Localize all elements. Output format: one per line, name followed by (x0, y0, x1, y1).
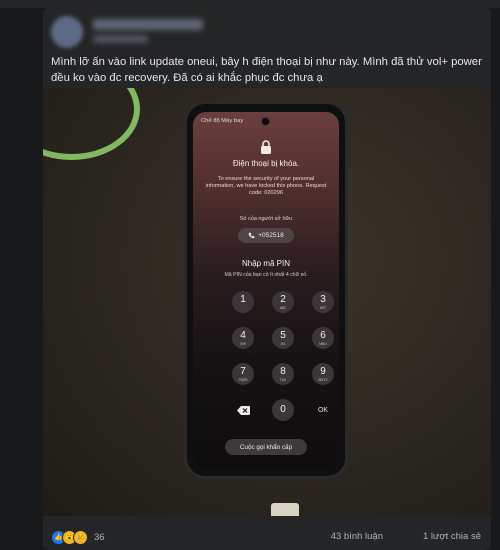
pin-keypad: 1 2 ABC 3 DEF 4 GHI 5 JKL 6 MNO 7 PQRS 8 TUV 9W… (193, 112, 339, 468)
backspace-icon (236, 405, 250, 415)
post-photo[interactable]: Chế độ Máy bay Điện thoại bị khóa. To en… (43, 88, 491, 516)
comments-count-link[interactable]: 43 bình luận (331, 531, 383, 542)
post-header (51, 14, 481, 50)
author-name-blurred[interactable] (93, 19, 203, 30)
phone-device: Chế độ Máy bay Điện thoại bị khóa. To en… (187, 104, 345, 476)
post-meta-blurred (93, 35, 148, 43)
phone-lock-screen: Chế độ Máy bay Điện thoại bị khóa. To en… (193, 112, 339, 468)
key-3[interactable]: 3 DEF (312, 291, 334, 313)
usb-plug (271, 503, 299, 516)
sad-icon: 😢 (73, 529, 88, 545)
key-9[interactable]: 9 WXYZ (312, 363, 334, 385)
reactions-summary[interactable]: 👍 😮 😢 36 (51, 529, 105, 545)
backspace-key[interactable] (232, 399, 254, 421)
key-5[interactable]: 5 JKL (272, 327, 294, 349)
ok-key[interactable]: OK (312, 399, 334, 421)
emergency-call-button[interactable]: Cuộc gọi khẩn cấp (225, 439, 307, 455)
key-7[interactable]: 7 PQRS (232, 363, 254, 385)
feed-post: Mình lỡ ấn vào link update oneui, bây h … (43, 8, 491, 550)
author-avatar[interactable] (51, 16, 83, 48)
key-4[interactable]: 4 GHI (232, 327, 254, 349)
post-footer: 👍 😮 😢 36 43 bình luận 1 lượt chia sẻ (51, 529, 483, 545)
key-1[interactable]: 1 (232, 291, 254, 313)
key-6[interactable]: 6 MNO (312, 327, 334, 349)
top-bar (0, 0, 500, 8)
key-8[interactable]: 8 TUV (272, 363, 294, 385)
key-2[interactable]: 2 ABC (272, 291, 294, 313)
key-0[interactable]: 0 (272, 399, 294, 421)
reaction-count: 36 (94, 531, 105, 543)
shares-count-link[interactable]: 1 lượt chia sẻ (423, 531, 481, 542)
post-text: Mình lỡ ấn vào link update oneui, bây h … (51, 56, 482, 84)
